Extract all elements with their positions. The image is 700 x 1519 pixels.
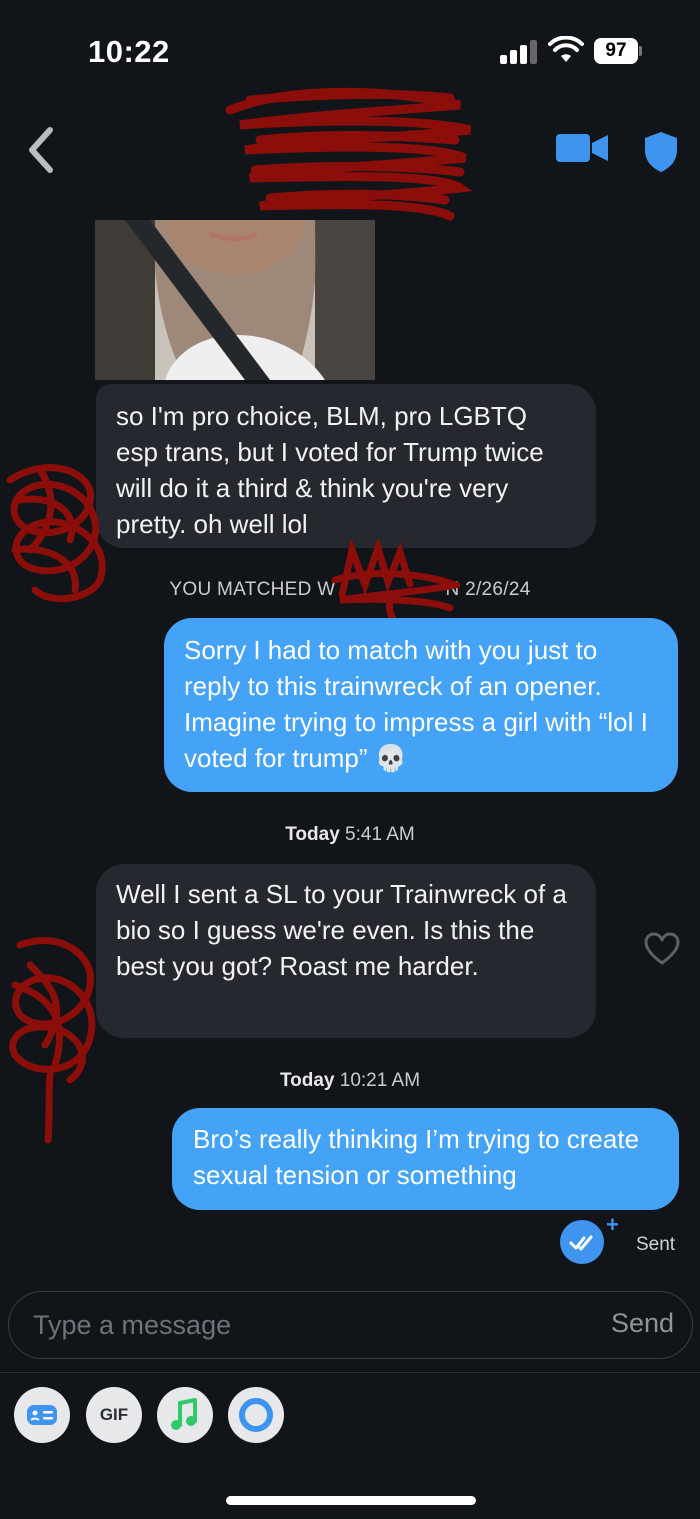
message-bubble-outgoing[interactable]: Bro’s really thinking I’m trying to crea… bbox=[172, 1108, 679, 1210]
back-chevron-icon[interactable] bbox=[22, 124, 58, 176]
send-button[interactable]: Send bbox=[611, 1308, 674, 1339]
timestamp-time: 10:21 AM bbox=[339, 1070, 421, 1091]
video-call-icon[interactable] bbox=[556, 132, 608, 164]
timestamp-day: Today bbox=[285, 824, 340, 845]
match-banner-start: YOU MATCHED W bbox=[169, 579, 336, 600]
circle-button[interactable] bbox=[228, 1387, 284, 1443]
ring-icon bbox=[239, 1398, 273, 1432]
timestamp-time: 5:41 AM bbox=[345, 824, 415, 845]
status-time: 10:22 bbox=[88, 34, 170, 69]
match-banner-end: N 2/26/24 bbox=[445, 579, 531, 600]
music-note-icon bbox=[171, 1398, 197, 1430]
battery-icon: 97 bbox=[594, 38, 642, 64]
sticker-button[interactable] bbox=[14, 1387, 70, 1443]
message-composer: Send bbox=[8, 1291, 693, 1359]
redacted-avatar-scribble bbox=[9, 937, 96, 1144]
safety-shield-icon[interactable] bbox=[642, 130, 680, 174]
message-input[interactable] bbox=[33, 1292, 553, 1358]
chat-header bbox=[0, 87, 700, 221]
plus-icon: + bbox=[606, 1212, 619, 1237]
like-heart-icon[interactable] bbox=[644, 932, 680, 966]
message-bubble-incoming[interactable]: Well I sent a SL to your Trainwreck of a… bbox=[96, 864, 596, 1038]
gif-button[interactable]: GIF bbox=[86, 1387, 142, 1443]
read-receipt: + Sent bbox=[560, 1212, 690, 1266]
home-indicator bbox=[226, 1496, 476, 1505]
message-bubble-incoming[interactable]: so I'm pro choice, BLM, pro LGBTQ esp tr… bbox=[96, 384, 596, 548]
timestamp-day: Today bbox=[279, 1070, 335, 1091]
match-banner: YOU MATCHED W N 2/26/24 bbox=[0, 579, 700, 601]
profile-photo[interactable] bbox=[95, 220, 375, 380]
redacted-name-scribble bbox=[225, 87, 473, 221]
music-button[interactable] bbox=[157, 1387, 213, 1443]
signal-icon bbox=[500, 40, 538, 64]
wifi-icon bbox=[548, 36, 584, 62]
sticker-icon bbox=[27, 1405, 57, 1425]
message-bubble-outgoing[interactable]: Sorry I had to match with you just to re… bbox=[164, 618, 678, 792]
double-check-icon bbox=[560, 1220, 604, 1264]
divider bbox=[0, 1372, 700, 1373]
photo-image bbox=[95, 220, 375, 380]
battery-level: 97 bbox=[594, 38, 638, 64]
timestamp: Today 10:21 AM bbox=[0, 1070, 700, 1092]
timestamp: Today 5:41 AM bbox=[0, 824, 700, 846]
sent-status: Sent bbox=[636, 1234, 676, 1255]
